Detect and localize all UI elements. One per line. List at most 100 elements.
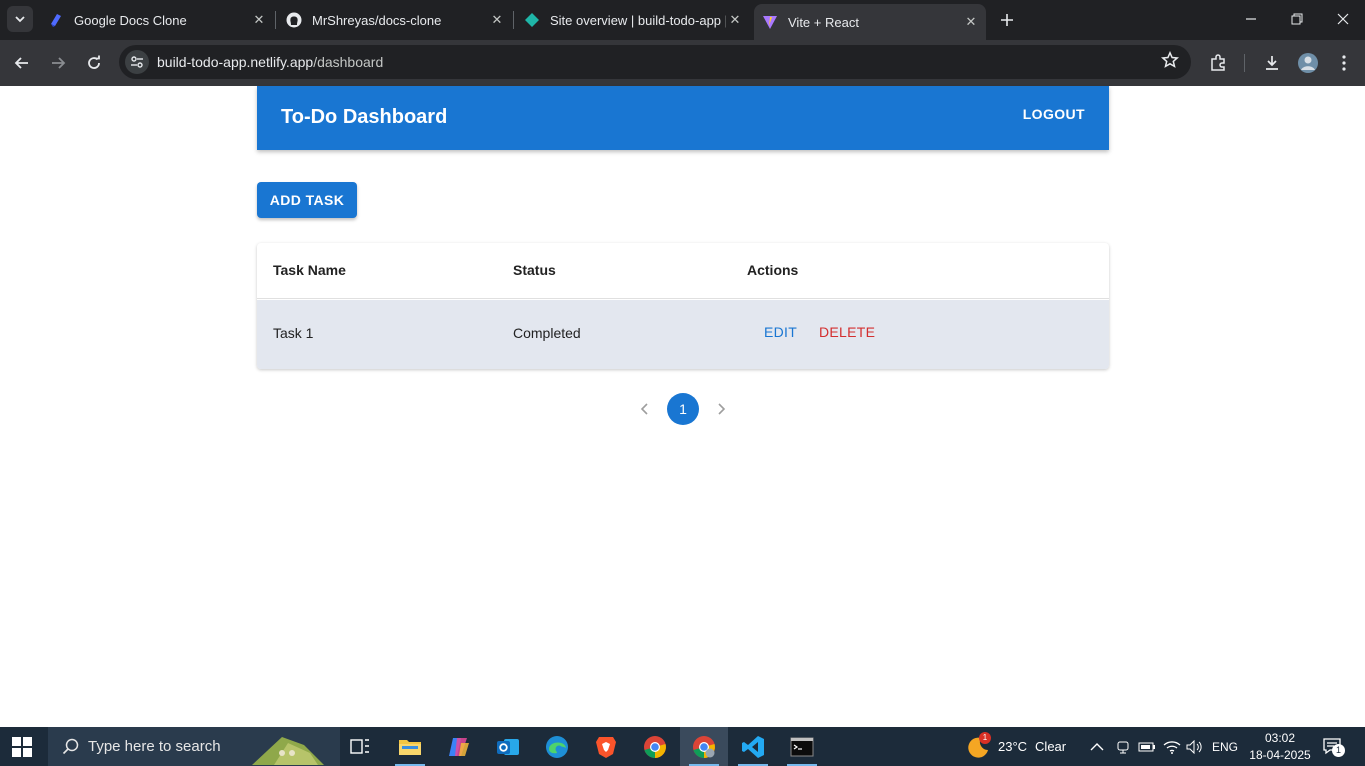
url-path: /dashboard — [313, 54, 384, 70]
table-header-row: Task Name Status Actions — [257, 243, 1109, 299]
vscode-taskbar-button[interactable] — [729, 727, 777, 766]
outlook-taskbar-button[interactable] — [484, 727, 532, 766]
meet-now-tray-icon[interactable] — [1115, 727, 1131, 766]
windows-logo-icon — [12, 737, 32, 757]
site-info-icon[interactable] — [125, 50, 149, 74]
terminal-taskbar-button[interactable] — [778, 727, 826, 766]
network-tray-icon[interactable] — [1163, 727, 1181, 766]
address-bar[interactable]: build-todo-app.netlify.app/dashboard — [119, 45, 1191, 79]
brave-taskbar-button[interactable] — [582, 727, 630, 766]
netlify-icon — [524, 12, 540, 28]
task-view-button[interactable] — [336, 727, 384, 766]
tab-vite-react[interactable]: Vite + React ✕ — [754, 4, 986, 40]
file-explorer-taskbar-button[interactable] — [386, 727, 434, 766]
docs-clone-favicon-icon — [48, 12, 64, 28]
arrow-right-icon — [52, 57, 66, 69]
weather-moon-icon: 1 — [966, 731, 991, 759]
previous-page-button[interactable] — [637, 401, 653, 417]
vite-icon — [762, 14, 778, 30]
delete-task-button[interactable]: DELETE — [819, 324, 875, 340]
column-header-status: Status — [513, 262, 556, 278]
column-header-task-name: Task Name — [273, 262, 346, 278]
notification-count-badge: 1 — [1332, 743, 1345, 757]
new-tab-button[interactable] — [996, 9, 1018, 31]
browser-menu-button[interactable] — [1330, 49, 1358, 77]
restore-button[interactable] — [1274, 0, 1320, 38]
task-name-cell: Task 1 — [273, 325, 314, 341]
app-header-bar: To-Do Dashboard LOGOUT — [257, 86, 1109, 150]
notification-center-button[interactable]: 1 — [1322, 727, 1345, 766]
windows-taskbar: Type here to search 1 23°C Clear ENG 03:… — [0, 727, 1365, 766]
search-placeholder: Type here to search — [88, 738, 221, 755]
downloads-button[interactable] — [1258, 49, 1286, 77]
minimize-button[interactable] — [1228, 0, 1274, 38]
clock-time: 03:02 — [1264, 731, 1296, 745]
weather-condition: Clear — [1035, 739, 1067, 754]
tasks-table: Task Name Status Actions Task 1 Complete… — [257, 243, 1109, 369]
forward-button[interactable] — [44, 49, 72, 77]
weather-widget[interactable]: 1 23°C Clear — [966, 727, 1066, 766]
close-tab-icon[interactable]: ✕ — [488, 11, 506, 29]
search-highlight-illustration-icon — [252, 737, 324, 765]
tab-divider — [513, 11, 514, 29]
chrome-taskbar-button[interactable] — [631, 727, 679, 766]
tab-title: Site overview | build-todo-app | — [550, 12, 726, 28]
chrome-profile-taskbar-button[interactable] — [680, 727, 728, 766]
table-row: Task 1 Completed EDIT DELETE — [257, 300, 1109, 369]
task-view-icon — [350, 738, 369, 754]
arrow-left-icon — [14, 57, 28, 69]
minimize-icon — [1246, 18, 1256, 20]
profile-avatar[interactable] — [1294, 49, 1322, 77]
reload-button[interactable] — [80, 49, 108, 77]
next-page-button[interactable] — [713, 401, 729, 417]
plus-icon — [1001, 14, 1013, 26]
column-header-actions: Actions — [747, 262, 799, 278]
url-host: build-todo-app.netlify.app — [157, 54, 314, 70]
battery-icon — [1138, 742, 1155, 751]
page-button-current[interactable]: 1 — [667, 393, 699, 425]
chrome-icon — [644, 735, 666, 758]
tab-netlify-site-overview[interactable]: Site overview | build-todo-app | ✕ — [516, 0, 750, 40]
show-hidden-icons-button[interactable] — [1090, 727, 1104, 766]
speaker-icon — [1186, 739, 1202, 754]
back-button[interactable] — [8, 49, 36, 77]
taskbar-search-box[interactable]: Type here to search — [48, 727, 340, 766]
edge-icon — [546, 735, 568, 758]
extensions-button[interactable] — [1204, 49, 1232, 77]
volume-tray-icon[interactable] — [1186, 727, 1204, 766]
start-button[interactable] — [12, 737, 32, 757]
tab-title: Google Docs Clone — [74, 12, 187, 28]
close-tab-icon[interactable]: ✕ — [250, 11, 268, 29]
edit-task-button[interactable]: EDIT — [764, 324, 797, 340]
restore-icon — [1291, 13, 1303, 25]
chevron-right-icon — [718, 403, 726, 415]
close-icon — [1337, 13, 1349, 25]
vscode-icon — [742, 735, 764, 758]
close-tab-icon[interactable]: ✕ — [726, 11, 744, 29]
language-indicator[interactable]: ENG — [1212, 727, 1238, 766]
close-window-button[interactable] — [1320, 0, 1365, 38]
avatar-icon — [1298, 53, 1318, 73]
taskbar-clock[interactable]: 03:02 18-04-2025 — [1249, 730, 1311, 764]
battery-tray-icon[interactable] — [1138, 727, 1156, 766]
toolbar-divider — [1244, 54, 1245, 72]
tab-search-button[interactable] — [7, 6, 33, 32]
copilot-taskbar-button[interactable] — [435, 727, 483, 766]
webcam-icon — [1117, 741, 1129, 753]
tab-title: MrShreyas/docs-clone — [312, 12, 442, 28]
add-task-button[interactable]: ADD TASK — [257, 182, 357, 218]
tab-google-docs-clone[interactable]: Google Docs Clone ✕ — [40, 0, 274, 40]
weather-temp: 23°C — [998, 739, 1028, 754]
bookmark-star-icon[interactable] — [1160, 50, 1180, 74]
close-tab-icon[interactable]: ✕ — [962, 13, 980, 31]
tab-title: Vite + React — [788, 14, 859, 30]
download-icon — [1266, 56, 1278, 70]
terminal-icon — [790, 737, 814, 756]
logout-button[interactable]: LOGOUT — [1023, 106, 1085, 122]
edge-taskbar-button[interactable] — [533, 727, 581, 766]
reload-icon — [88, 55, 100, 69]
chevron-left-icon — [640, 403, 648, 415]
github-icon — [286, 12, 302, 28]
outlook-icon — [497, 738, 519, 755]
tab-github-docs-clone[interactable]: MrShreyas/docs-clone ✕ — [278, 0, 512, 40]
